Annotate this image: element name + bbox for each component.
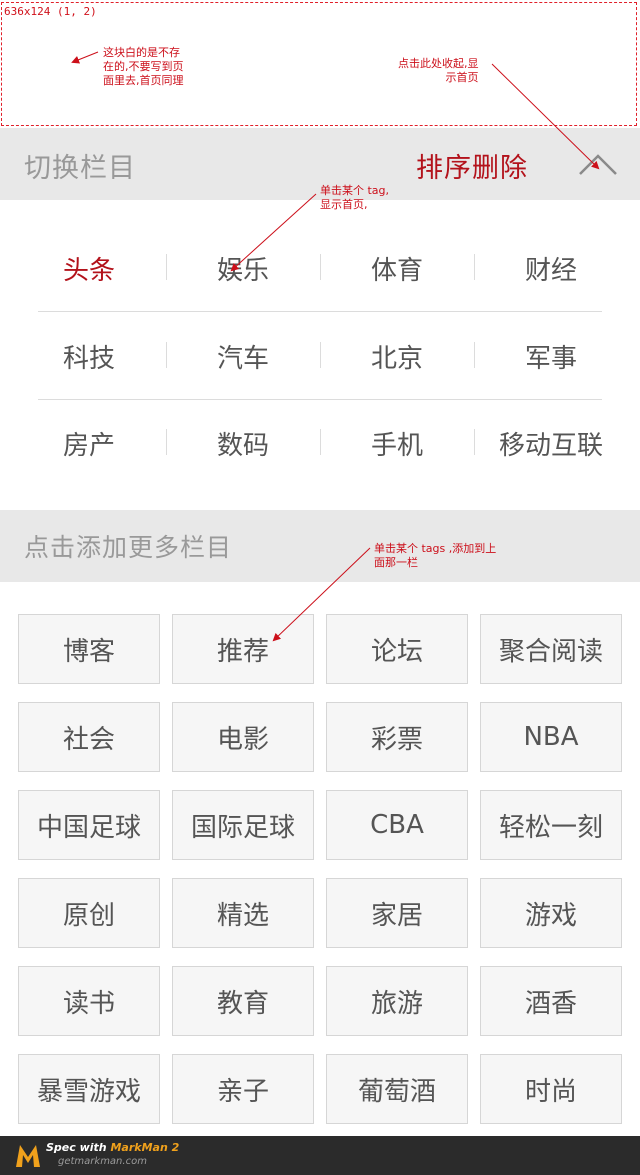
footer-site-text: getmarkman.com <box>58 1156 147 1167</box>
add-tag-button[interactable]: 推荐 <box>172 614 314 684</box>
sort-delete-button[interactable]: 排序删除 <box>416 146 528 185</box>
add-tag-button[interactable]: 旅游 <box>326 966 468 1036</box>
add-tag-button[interactable]: 游戏 <box>480 878 622 948</box>
tag-item[interactable]: 财经 <box>474 224 628 312</box>
my-tags-grid: 头条 娱乐 体育 财经 科技 汽车 北京 军事 房产 数码 手机 移动互联 <box>0 200 640 510</box>
tag-item[interactable]: 娱乐 <box>166 224 320 312</box>
add-more-bar: 点击添加更多栏目 <box>0 510 640 582</box>
tag-item[interactable]: 数码 <box>166 399 320 487</box>
markman-logo-icon <box>16 1145 40 1167</box>
add-tag-button[interactable]: 电影 <box>172 702 314 772</box>
tag-item[interactable]: 房产 <box>12 399 166 487</box>
switch-columns-title: 切换栏目 <box>24 153 136 184</box>
tag-item[interactable]: 移动互联 <box>474 399 628 487</box>
annotation-size-label: 636x124 (1, 2) <box>4 5 97 18</box>
tag-item[interactable]: 军事 <box>474 312 628 400</box>
markman-footer: Spec with MarkMan 2 getmarkman.com <box>0 1136 640 1175</box>
add-tag-button[interactable]: NBA <box>480 702 622 772</box>
add-tag-button[interactable]: 中国足球 <box>18 790 160 860</box>
add-tag-button[interactable]: 彩票 <box>326 702 468 772</box>
annotation-note-add-tag: 单击某个 tags ,添加到上 面那一栏 <box>374 542 497 569</box>
my-tags-row: 头条 娱乐 体育 财经 <box>12 224 640 312</box>
my-tags-row: 房产 数码 手机 移动互联 <box>12 399 640 487</box>
chevron-up-icon <box>579 154 617 175</box>
add-tag-button[interactable]: 时尚 <box>480 1054 622 1124</box>
add-tag-button[interactable]: 酒香 <box>480 966 622 1036</box>
add-tag-button[interactable]: 论坛 <box>326 614 468 684</box>
add-tag-button[interactable]: 教育 <box>172 966 314 1036</box>
footer-spec-text: Spec with MarkMan 2 <box>46 1141 180 1154</box>
add-tag-button[interactable]: 聚合阅读 <box>480 614 622 684</box>
tag-item[interactable]: 汽车 <box>166 312 320 400</box>
add-tag-button[interactable]: 暴雪游戏 <box>18 1054 160 1124</box>
tag-item[interactable]: 头条 <box>12 224 166 312</box>
add-tag-button[interactable]: 原创 <box>18 878 160 948</box>
tag-item[interactable]: 手机 <box>320 399 474 487</box>
my-tags-row: 科技 汽车 北京 军事 <box>12 312 640 400</box>
add-tag-button[interactable]: 家居 <box>326 878 468 948</box>
collapse-button[interactable] <box>576 150 620 180</box>
add-tag-button[interactable]: 读书 <box>18 966 160 1036</box>
annotation-box <box>1 2 637 126</box>
tag-item[interactable]: 体育 <box>320 224 474 312</box>
add-tag-button[interactable]: 国际足球 <box>172 790 314 860</box>
add-tag-button[interactable]: 博客 <box>18 614 160 684</box>
tag-item[interactable]: 科技 <box>12 312 166 400</box>
add-tag-button[interactable]: 轻松一刻 <box>480 790 622 860</box>
add-tag-button[interactable]: CBA <box>326 790 468 860</box>
annotation-note-click-tag: 单击某个 tag, 显示首页, <box>320 184 390 211</box>
annotation-note-collapse: 点击此处收起,显 示首页 <box>398 57 479 84</box>
add-tag-button[interactable]: 精选 <box>172 878 314 948</box>
add-tag-button[interactable]: 亲子 <box>172 1054 314 1124</box>
tag-item[interactable]: 北京 <box>320 312 474 400</box>
add-tag-button[interactable]: 葡萄酒 <box>326 1054 468 1124</box>
annotation-note-blank: 这块白的是不存 在的,不要写到页 面里去,首页同理 <box>103 46 184 87</box>
add-tag-button[interactable]: 社会 <box>18 702 160 772</box>
add-more-title: 点击添加更多栏目 <box>24 533 233 562</box>
